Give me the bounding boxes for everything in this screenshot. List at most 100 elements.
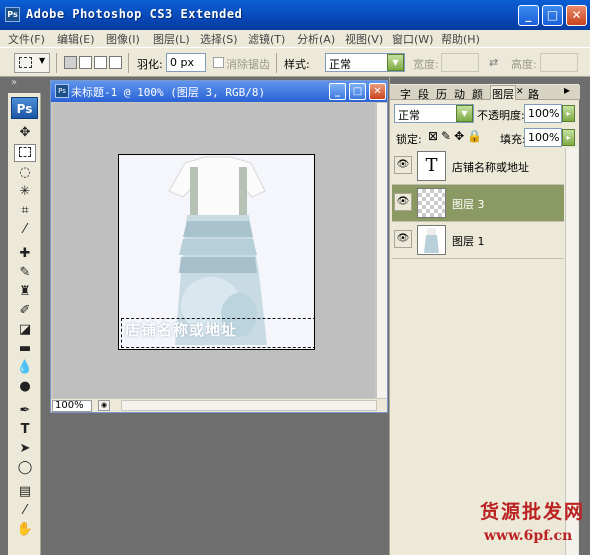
transparent-layer-thumb — [417, 188, 446, 218]
fill-slider-arrow[interactable]: ▸ — [562, 129, 575, 146]
swap-icon[interactable]: ⇄ — [489, 56, 498, 69]
menu-layer[interactable]: 图层(L) — [153, 31, 190, 47]
watermark-title: 货源批发网 — [480, 501, 586, 523]
brush-tool-icon[interactable]: ✎ — [14, 264, 36, 282]
close-tab-icon[interactable]: ✕ — [516, 87, 524, 97]
menu-analysis[interactable]: 分析(A) — [297, 31, 335, 47]
doc-minimize-button[interactable]: _ — [329, 83, 346, 100]
marquee-tool-icon[interactable] — [14, 144, 36, 162]
document-title: 未标题-1 @ 100% (图层 3, RGB/8) — [71, 86, 266, 99]
opacity-label: 不透明度: — [477, 109, 525, 122]
height-input[interactable] — [540, 53, 578, 72]
eyedropper-tool-icon[interactable]: ⁄ — [14, 502, 36, 520]
maximize-button[interactable]: □ — [542, 5, 563, 26]
feather-input[interactable]: 0 px — [166, 53, 206, 72]
vertical-scrollbar[interactable] — [376, 103, 387, 398]
move-tool-icon[interactable]: ✥ — [14, 124, 36, 142]
pen-tool-icon[interactable]: ✒ — [14, 402, 36, 420]
document-title-bar[interactable]: Ps 未标题-1 @ 100% (图层 3, RGB/8) _ □ ✕ — [51, 81, 387, 102]
magic-wand-tool-icon[interactable]: ✳ — [14, 183, 36, 201]
eraser-tool-icon[interactable]: ◪ — [14, 321, 36, 339]
close-button[interactable]: ✕ — [566, 5, 587, 26]
lock-label: 锁定: — [396, 133, 422, 146]
tab-character[interactable]: 字 — [400, 86, 411, 102]
panel-menu-icon[interactable]: ▸ — [564, 83, 570, 97]
eye-icon[interactable]: 👁 — [394, 230, 412, 248]
add-selection-button[interactable] — [79, 56, 92, 69]
tab-color[interactable]: 颜 — [472, 86, 483, 102]
gradient-tool-icon[interactable]: ▬ — [14, 340, 36, 358]
divider — [276, 53, 277, 73]
minimize-button[interactable]: _ — [518, 5, 539, 26]
zoom-field[interactable]: 100% — [52, 400, 92, 412]
document-window: Ps 未标题-1 @ 100% (图层 3, RGB/8) _ □ ✕ 店铺名称… — [50, 80, 388, 413]
blend-mode-value: 正常 — [398, 109, 420, 122]
type-tool-icon[interactable]: T — [14, 421, 36, 439]
marquee-icon — [19, 57, 32, 68]
tab-history[interactable]: 历 — [436, 86, 447, 102]
toolbox: » Ps ✥ ◌ ✳ ⌗ ⁄ ✚ ✎ ♜ ✐ ◪ ▬ 💧 ● ✒ T ➤ ◯ ▤… — [8, 77, 41, 555]
canvas-area[interactable]: 店铺名称或地址 — [53, 103, 375, 398]
subtract-selection-button[interactable] — [94, 56, 107, 69]
path-select-tool-icon[interactable]: ➤ — [14, 440, 36, 458]
healing-tool-icon[interactable]: ✚ — [14, 245, 36, 263]
canvas[interactable]: 店铺名称或地址 — [118, 154, 315, 350]
menu-help[interactable]: 帮助(H) — [441, 31, 480, 47]
menu-image[interactable]: 图像(I) — [106, 31, 140, 47]
menu-file[interactable]: 文件(F) — [8, 31, 45, 47]
blend-mode-select[interactable]: 正常 ▼ — [394, 104, 474, 123]
tab-actions[interactable]: 动 — [454, 86, 465, 102]
doc-maximize-button[interactable]: □ — [349, 83, 366, 100]
history-brush-tool-icon[interactable]: ✐ — [14, 302, 36, 320]
opacity-slider-arrow[interactable]: ▸ — [562, 105, 575, 122]
divider — [56, 53, 57, 73]
hand-tool-icon[interactable]: ✋ — [14, 521, 36, 539]
menu-select[interactable]: 选择(S) — [200, 31, 238, 47]
status-bar: 100% ◉ — [51, 399, 387, 412]
style-select[interactable]: 正常 ▼ — [325, 53, 405, 72]
notes-tool-icon[interactable]: ▤ — [14, 483, 36, 501]
layer-row-text[interactable]: 👁 T 店铺名称或地址 — [392, 148, 564, 185]
lasso-tool-icon[interactable]: ◌ — [14, 164, 36, 182]
tab-paths[interactable]: 路 — [528, 86, 539, 102]
menu-view[interactable]: 视图(V) — [345, 31, 383, 47]
shape-tool-icon[interactable]: ◯ — [14, 459, 36, 477]
tool-preset-picker[interactable]: ▼ — [14, 53, 50, 73]
layer-row-layer-3[interactable]: 👁 图层 3 — [392, 185, 564, 222]
crop-tool-icon[interactable]: ⌗ — [14, 202, 36, 220]
menu-edit[interactable]: 编辑(E) — [57, 31, 95, 47]
antialias-checkbox[interactable] — [213, 57, 224, 68]
new-selection-button[interactable] — [64, 56, 77, 69]
intersect-selection-button[interactable] — [109, 56, 122, 69]
maximize-icon: □ — [546, 8, 559, 22]
close-icon: ✕ — [571, 8, 582, 22]
fill-input[interactable]: 100% — [524, 128, 562, 147]
width-input[interactable] — [441, 53, 479, 72]
eye-icon[interactable]: 👁 — [394, 193, 412, 211]
style-label: 样式: — [284, 58, 310, 71]
menu-filter[interactable]: 滤镜(T) — [248, 31, 285, 47]
layer-name: 图层 1 — [452, 235, 485, 248]
toolbox-grip[interactable]: » — [8, 77, 41, 93]
menu-bar: 文件(F) 编辑(E) 图像(I) 图层(L) 选择(S) 滤镜(T) 分析(A… — [0, 30, 590, 47]
garment-layer-thumb — [417, 225, 446, 255]
tab-paragraph[interactable]: 段 — [418, 86, 429, 102]
status-menu-icon[interactable]: ◉ — [98, 400, 110, 411]
panel-grip[interactable] — [390, 77, 580, 84]
eye-icon[interactable]: 👁 — [394, 156, 412, 174]
blur-tool-icon[interactable]: 💧 — [14, 359, 36, 377]
photoshop-online-button[interactable]: Ps — [11, 97, 38, 119]
slice-tool-icon[interactable]: ⁄ — [14, 221, 36, 239]
layers-scrollbar[interactable] — [565, 148, 578, 555]
menu-window[interactable]: 窗口(W) — [392, 31, 433, 47]
width-label: 宽度: — [413, 58, 439, 71]
lock-icons[interactable]: ⊠✎✥🔒 — [428, 129, 485, 143]
stamp-tool-icon[interactable]: ♜ — [14, 283, 36, 301]
opacity-input[interactable]: 100% — [524, 104, 562, 123]
tab-layers[interactable]: 图层 — [490, 85, 516, 101]
document-icon: Ps — [55, 84, 69, 98]
horizontal-scrollbar[interactable] — [121, 400, 377, 411]
doc-close-button[interactable]: ✕ — [369, 83, 386, 100]
layer-row-layer-1[interactable]: 👁 图层 1 — [392, 222, 564, 259]
dodge-tool-icon[interactable]: ● — [14, 378, 36, 396]
